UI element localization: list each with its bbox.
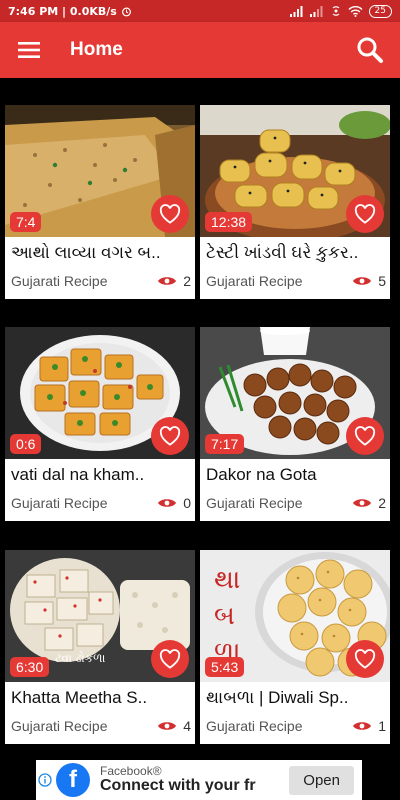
duration-badge: 6:30 xyxy=(10,657,50,677)
eye-icon xyxy=(158,277,177,285)
recipe-thumbnail: 12:38 xyxy=(200,105,390,237)
view-count-value: 1 xyxy=(378,718,386,734)
recipe-author: Gujarati Recipe xyxy=(11,495,108,511)
favorite-button[interactable] xyxy=(151,417,189,455)
eye-icon xyxy=(353,722,372,730)
recipe-card[interactable]: 7:4 આથો લાવ્યા વગર બ.. Gujarati Recipe 2 xyxy=(5,105,195,299)
view-count: 2 xyxy=(352,495,386,511)
favorite-button[interactable] xyxy=(346,640,384,678)
favorite-button[interactable] xyxy=(346,195,384,233)
favorite-button[interactable] xyxy=(151,640,189,678)
recipe-thumbnail: 7:17 xyxy=(200,327,390,459)
view-count-value: 5 xyxy=(378,273,386,289)
heart-icon xyxy=(159,649,181,669)
view-count: 5 xyxy=(352,273,386,289)
hamburger-menu-icon xyxy=(18,42,40,58)
duration-badge: 5:43 xyxy=(205,657,245,677)
recipe-title: ટેસ્ટી ખાંડવી ઘરે કુકર.. xyxy=(206,243,359,262)
eye-icon xyxy=(158,722,177,730)
ad-banner: f Facebook® Connect with your fr Open xyxy=(0,758,400,800)
thumbnail-overlay-text: થા xyxy=(214,565,240,595)
recipe-thumbnail: 0:6 xyxy=(5,327,195,459)
thumbnail-overlay-text: ટ્વા ઢોકળા xyxy=(55,651,106,665)
view-count-value: 0 xyxy=(183,495,191,511)
ad-tagline: Connect with your fr xyxy=(100,776,256,794)
eye-icon xyxy=(158,499,177,507)
ad-open-button[interactable]: Open xyxy=(289,765,354,795)
recipe-card[interactable]: ટ્વા ઢોકળા 6:30 Khatta Meetha S.. Gujara… xyxy=(5,550,195,744)
view-count: 1 xyxy=(352,718,386,734)
heart-icon xyxy=(354,649,376,669)
recipe-card[interactable]: 7:17 Dakor na Gota Gujarati Recipe 2 xyxy=(200,327,390,521)
duration-badge: 0:6 xyxy=(10,434,42,454)
heart-icon xyxy=(354,426,376,446)
alarm-icon xyxy=(121,7,131,16)
app-bar: Home xyxy=(0,22,400,78)
recipe-title: Khatta Meetha S.. xyxy=(11,688,148,707)
recipe-meta: Gujarati Recipe 5 xyxy=(206,273,386,289)
facebook-logo-icon: f xyxy=(56,763,90,797)
search-button[interactable] xyxy=(354,34,386,66)
menu-button[interactable] xyxy=(14,35,44,65)
wifi-icon xyxy=(348,5,363,17)
status-left: 7:46 PM | 0.0KB/s xyxy=(8,5,132,18)
duration-badge: 12:38 xyxy=(205,212,253,232)
recipe-thumbnail: 7:4 xyxy=(5,105,195,237)
ad-brand: Facebook® xyxy=(100,765,162,779)
recipe-title: આથો લાવ્યા વગર બ.. xyxy=(11,243,161,262)
heart-icon xyxy=(354,204,376,224)
status-bar: 7:46 PM | 0.0KB/s 25 xyxy=(0,0,400,22)
recipe-meta: Gujarati Recipe 2 xyxy=(206,495,386,511)
recipe-card[interactable]: થા બ ળા 5:43 થાબળા | Diwali Sp.. Gujarat… xyxy=(200,550,390,744)
page-title: Home xyxy=(70,39,123,60)
battery-indicator: 25 xyxy=(368,4,392,18)
recipe-meta: Gujarati Recipe 1 xyxy=(206,718,386,734)
recipe-meta: Gujarati Recipe 2 xyxy=(11,273,191,289)
ad-info-icon[interactable] xyxy=(38,773,52,787)
recipe-author: Gujarati Recipe xyxy=(206,718,303,734)
recipe-author: Gujarati Recipe xyxy=(206,273,303,289)
eye-icon xyxy=(353,499,372,507)
view-count: 0 xyxy=(157,495,191,511)
heart-icon xyxy=(159,204,181,224)
eye-icon xyxy=(353,277,372,285)
recipe-thumbnail: ટ્વા ઢોકળા 6:30 xyxy=(5,550,195,682)
recipe-meta: Gujarati Recipe 0 xyxy=(11,495,191,511)
favorite-button[interactable] xyxy=(151,195,189,233)
view-count-value: 2 xyxy=(183,273,191,289)
recipe-grid: 7:4 આથો લાવ્યા વગર બ.. Gujarati Recipe 2 xyxy=(0,78,400,758)
view-count: 2 xyxy=(157,273,191,289)
favorite-button[interactable] xyxy=(346,417,384,455)
status-right: 25 xyxy=(289,4,392,18)
thumbnail-overlay-text: બ xyxy=(214,601,235,631)
recipe-card[interactable]: 0:6 vati dal na kham.. Gujarati Recipe 0 xyxy=(5,327,195,521)
duration-badge: 7:17 xyxy=(205,434,245,454)
recipe-card[interactable]: 12:38 ટેસ્ટી ખાંડવી ઘરે કુકર.. Gujarati … xyxy=(200,105,390,299)
recipe-thumbnail: થા બ ળા 5:43 xyxy=(200,550,390,682)
view-count-value: 4 xyxy=(183,718,191,734)
recipe-title: vati dal na kham.. xyxy=(11,465,145,484)
recipe-meta: Gujarati Recipe 4 xyxy=(11,718,191,734)
hotspot-icon xyxy=(332,6,339,16)
search-icon xyxy=(357,37,383,63)
ad-content[interactable]: f Facebook® Connect with your fr Open xyxy=(36,760,362,800)
recipe-title: Dakor na Gota xyxy=(206,465,317,484)
recipe-author: Gujarati Recipe xyxy=(11,273,108,289)
view-count-value: 2 xyxy=(378,495,386,511)
recipe-author: Gujarati Recipe xyxy=(11,718,108,734)
signal-icon xyxy=(289,5,303,17)
heart-icon xyxy=(159,426,181,446)
duration-badge: 7:4 xyxy=(10,212,42,232)
ad-text: Facebook® Connect with your fr xyxy=(100,765,289,794)
recipe-title: થાબળા | Diwali Sp.. xyxy=(206,688,349,707)
recipe-author: Gujarati Recipe xyxy=(206,495,303,511)
signal-2-icon xyxy=(309,5,323,17)
status-time: 7:46 PM | 0.0KB/s xyxy=(8,4,117,18)
view-count: 4 xyxy=(157,718,191,734)
